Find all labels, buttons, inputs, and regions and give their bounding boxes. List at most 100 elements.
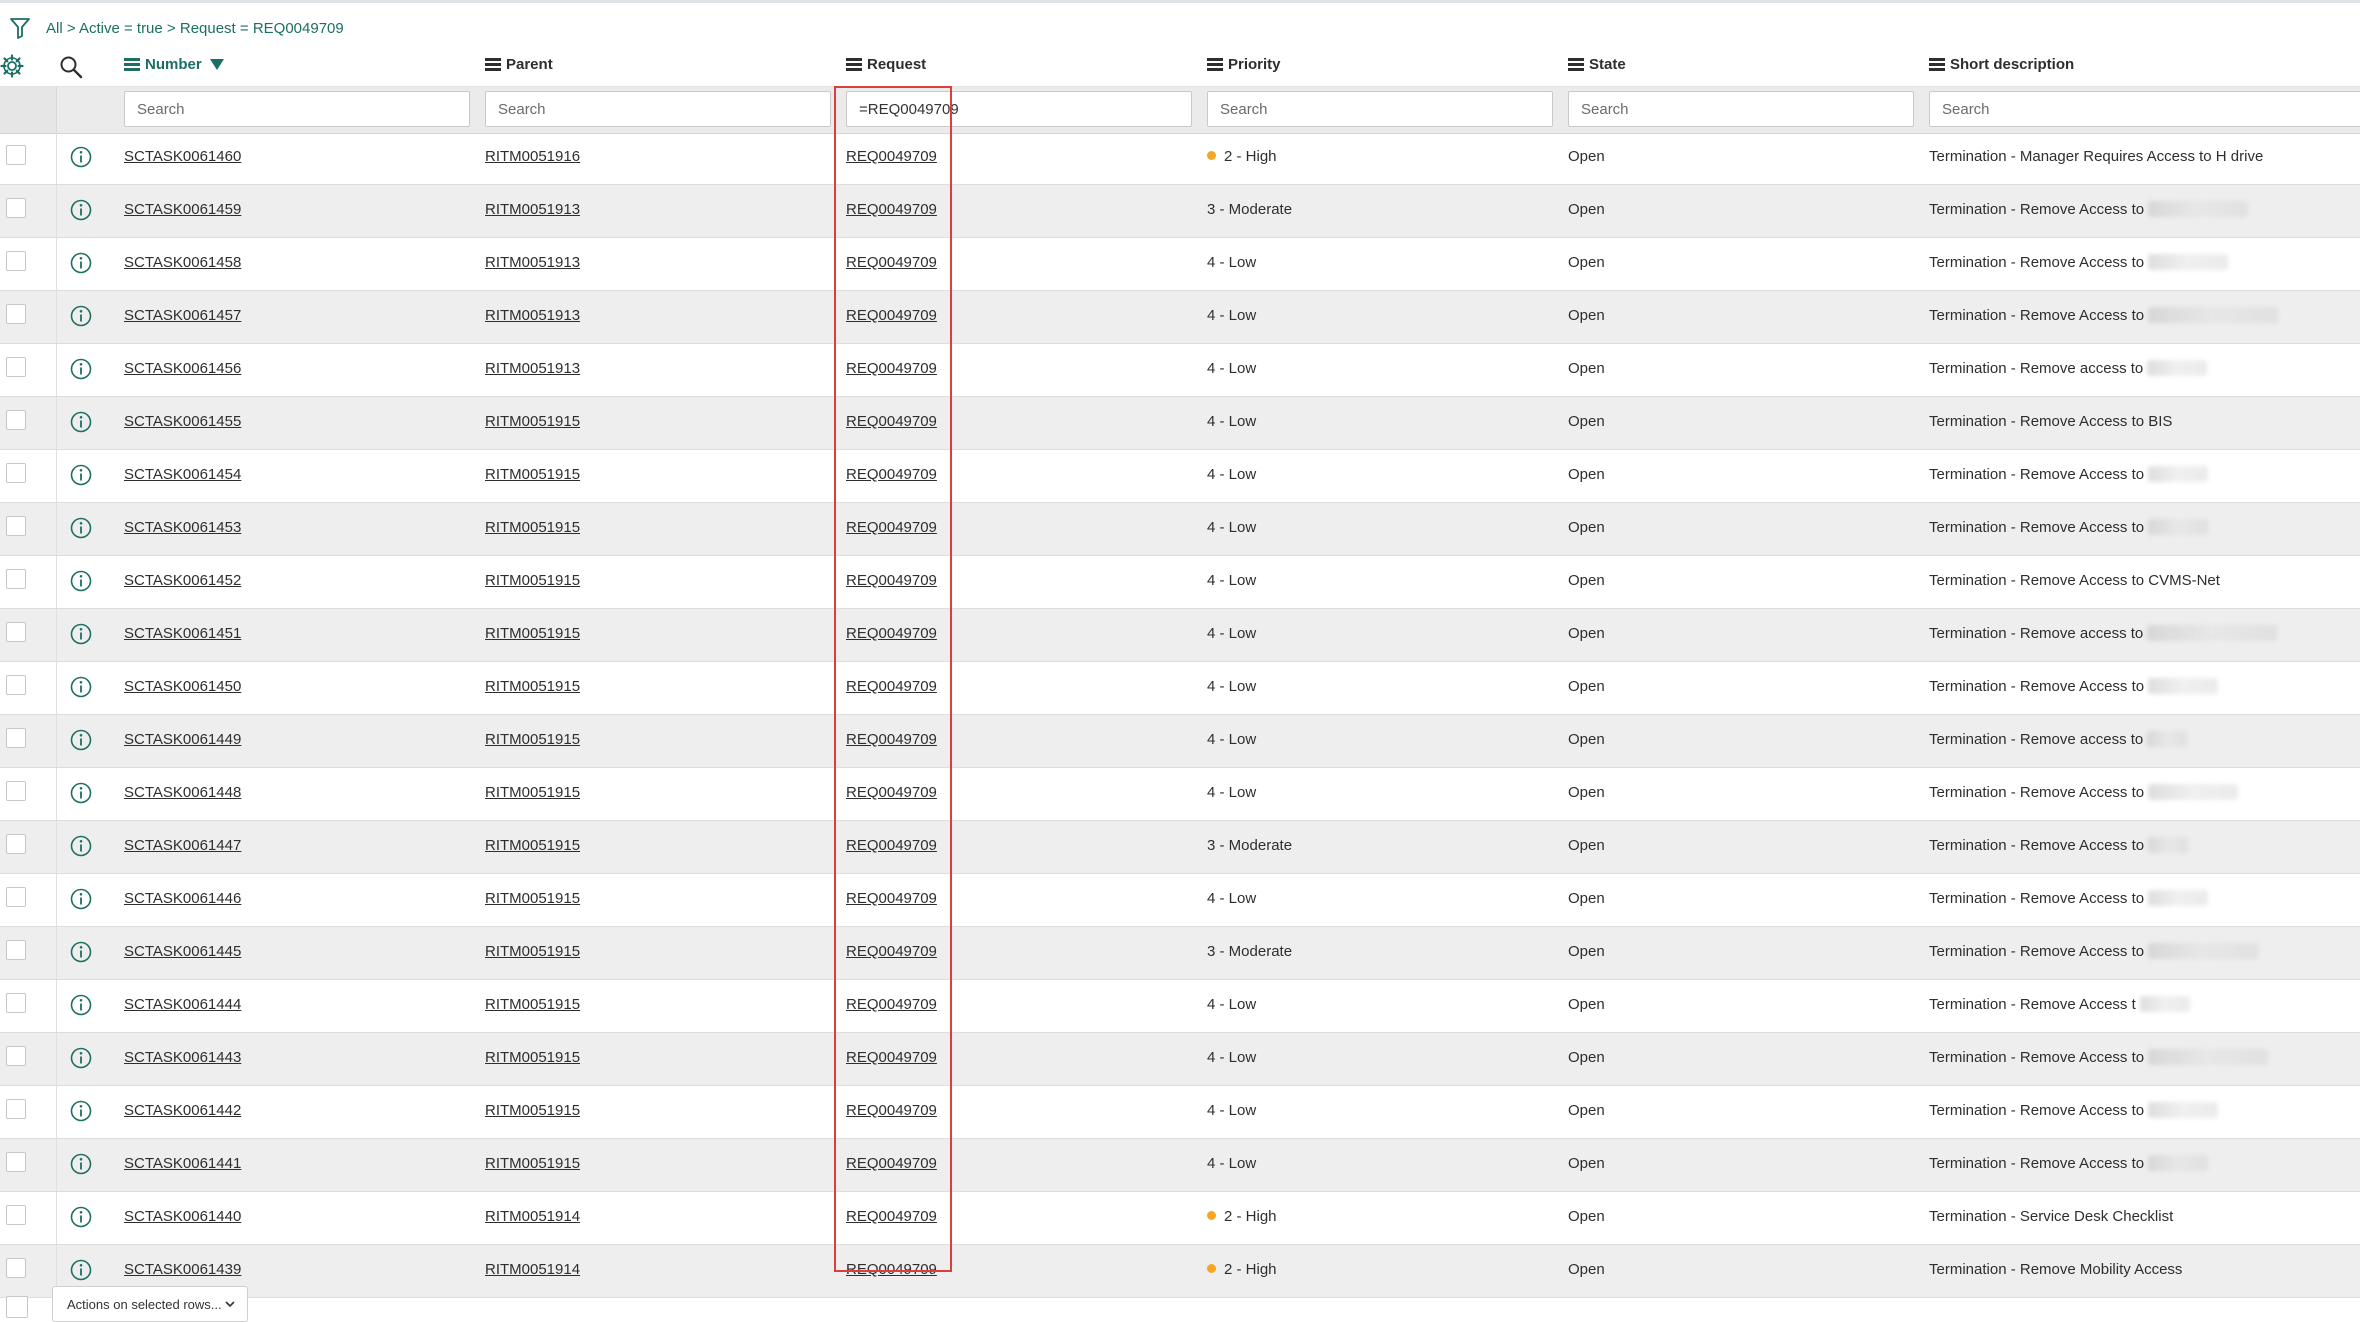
info-icon[interactable] bbox=[69, 781, 93, 805]
breadcrumb-item-active[interactable]: Active = true bbox=[79, 20, 163, 37]
search-input-state[interactable] bbox=[1568, 91, 1914, 127]
info-icon[interactable] bbox=[69, 834, 93, 858]
task-number-link[interactable]: SCTASK0061449 bbox=[124, 731, 241, 748]
row-checkbox[interactable] bbox=[6, 1046, 26, 1066]
task-number-link[interactable]: SCTASK0061441 bbox=[124, 1155, 241, 1172]
request-link[interactable]: REQ0049709 bbox=[846, 307, 937, 324]
column-menu-icon[interactable] bbox=[846, 58, 862, 71]
row-checkbox[interactable] bbox=[6, 145, 26, 165]
row-checkbox[interactable] bbox=[6, 1205, 26, 1225]
column-header-parent[interactable]: Parent bbox=[485, 56, 553, 73]
info-icon[interactable] bbox=[69, 940, 93, 964]
info-icon[interactable] bbox=[69, 304, 93, 328]
request-link[interactable]: REQ0049709 bbox=[846, 413, 937, 430]
task-number-link[interactable]: SCTASK0061447 bbox=[124, 837, 241, 854]
row-checkbox[interactable] bbox=[6, 675, 26, 695]
parent-link[interactable]: RITM0051915 bbox=[485, 784, 580, 801]
info-icon[interactable] bbox=[69, 622, 93, 646]
column-header-number[interactable]: Number bbox=[124, 56, 224, 73]
request-link[interactable]: REQ0049709 bbox=[846, 890, 937, 907]
row-checkbox[interactable] bbox=[6, 1152, 26, 1172]
request-link[interactable]: REQ0049709 bbox=[846, 519, 937, 536]
column-menu-icon[interactable] bbox=[124, 58, 140, 71]
search-input-priority[interactable] bbox=[1207, 91, 1553, 127]
parent-link[interactable]: RITM0051916 bbox=[485, 148, 580, 165]
breadcrumb-item-all[interactable]: All bbox=[46, 20, 63, 37]
column-header-state[interactable]: State bbox=[1568, 56, 1626, 73]
info-icon[interactable] bbox=[69, 198, 93, 222]
task-number-link[interactable]: SCTASK0061456 bbox=[124, 360, 241, 377]
parent-link[interactable]: RITM0051915 bbox=[485, 678, 580, 695]
task-number-link[interactable]: SCTASK0061451 bbox=[124, 625, 241, 642]
info-icon[interactable] bbox=[69, 145, 93, 169]
row-checkbox[interactable] bbox=[6, 410, 26, 430]
column-menu-icon[interactable] bbox=[1568, 58, 1584, 71]
info-icon[interactable] bbox=[69, 728, 93, 752]
task-number-link[interactable]: SCTASK0061453 bbox=[124, 519, 241, 536]
parent-link[interactable]: RITM0051915 bbox=[485, 1102, 580, 1119]
request-link[interactable]: REQ0049709 bbox=[846, 1155, 937, 1172]
parent-link[interactable]: RITM0051913 bbox=[485, 254, 580, 271]
info-icon[interactable] bbox=[69, 357, 93, 381]
task-number-link[interactable]: SCTASK0061452 bbox=[124, 572, 241, 589]
info-icon[interactable] bbox=[69, 993, 93, 1017]
task-number-link[interactable]: SCTASK0061450 bbox=[124, 678, 241, 695]
info-icon[interactable] bbox=[69, 516, 93, 540]
row-checkbox[interactable] bbox=[6, 1099, 26, 1119]
info-icon[interactable] bbox=[69, 463, 93, 487]
info-icon[interactable] bbox=[69, 410, 93, 434]
row-checkbox[interactable] bbox=[6, 940, 26, 960]
parent-link[interactable]: RITM0051915 bbox=[485, 413, 580, 430]
parent-link[interactable]: RITM0051913 bbox=[485, 201, 580, 218]
request-link[interactable]: REQ0049709 bbox=[846, 837, 937, 854]
request-link[interactable]: REQ0049709 bbox=[846, 148, 937, 165]
search-input-request[interactable] bbox=[846, 91, 1192, 127]
parent-link[interactable]: RITM0051915 bbox=[485, 890, 580, 907]
parent-link[interactable]: RITM0051915 bbox=[485, 837, 580, 854]
task-number-link[interactable]: SCTASK0061442 bbox=[124, 1102, 241, 1119]
row-checkbox[interactable] bbox=[6, 569, 26, 589]
request-link[interactable]: REQ0049709 bbox=[846, 201, 937, 218]
task-number-link[interactable]: SCTASK0061444 bbox=[124, 996, 241, 1013]
column-header-request[interactable]: Request bbox=[846, 56, 926, 73]
row-checkbox[interactable] bbox=[6, 622, 26, 642]
info-icon[interactable] bbox=[69, 1099, 93, 1123]
row-checkbox[interactable] bbox=[6, 887, 26, 907]
task-number-link[interactable]: SCTASK0061454 bbox=[124, 466, 241, 483]
search-input-short-description[interactable] bbox=[1929, 91, 2360, 127]
row-checkbox[interactable] bbox=[6, 251, 26, 271]
row-checkbox[interactable] bbox=[6, 728, 26, 748]
parent-link[interactable]: RITM0051915 bbox=[485, 731, 580, 748]
filter-icon[interactable] bbox=[0, 10, 42, 46]
select-all-checkbox[interactable] bbox=[6, 1296, 28, 1318]
parent-link[interactable]: RITM0051915 bbox=[485, 572, 580, 589]
column-menu-icon[interactable] bbox=[1929, 58, 1945, 71]
info-icon[interactable] bbox=[69, 675, 93, 699]
task-number-link[interactable]: SCTASK0061457 bbox=[124, 307, 241, 324]
request-link[interactable]: REQ0049709 bbox=[846, 1208, 937, 1225]
parent-link[interactable]: RITM0051915 bbox=[485, 943, 580, 960]
task-number-link[interactable]: SCTASK0061446 bbox=[124, 890, 241, 907]
row-checkbox[interactable] bbox=[6, 516, 26, 536]
column-menu-icon[interactable] bbox=[485, 58, 501, 71]
task-number-link[interactable]: SCTASK0061455 bbox=[124, 413, 241, 430]
request-link[interactable]: REQ0049709 bbox=[846, 572, 937, 589]
row-checkbox[interactable] bbox=[6, 357, 26, 377]
info-icon[interactable] bbox=[69, 251, 93, 275]
info-icon[interactable] bbox=[69, 1205, 93, 1229]
row-checkbox[interactable] bbox=[6, 1258, 26, 1278]
parent-link[interactable]: RITM0051915 bbox=[485, 1155, 580, 1172]
request-link[interactable]: REQ0049709 bbox=[846, 360, 937, 377]
column-header-priority[interactable]: Priority bbox=[1207, 56, 1281, 73]
parent-link[interactable]: RITM0051913 bbox=[485, 307, 580, 324]
task-number-link[interactable]: SCTASK0061458 bbox=[124, 254, 241, 271]
parent-link[interactable]: RITM0051915 bbox=[485, 996, 580, 1013]
request-link[interactable]: REQ0049709 bbox=[846, 996, 937, 1013]
column-header-short-description[interactable]: Short description bbox=[1929, 56, 2074, 73]
row-checkbox[interactable] bbox=[6, 834, 26, 854]
task-number-link[interactable]: SCTASK0061460 bbox=[124, 148, 241, 165]
request-link[interactable]: REQ0049709 bbox=[846, 731, 937, 748]
info-icon[interactable] bbox=[69, 887, 93, 911]
request-link[interactable]: REQ0049709 bbox=[846, 466, 937, 483]
request-link[interactable]: REQ0049709 bbox=[846, 678, 937, 695]
